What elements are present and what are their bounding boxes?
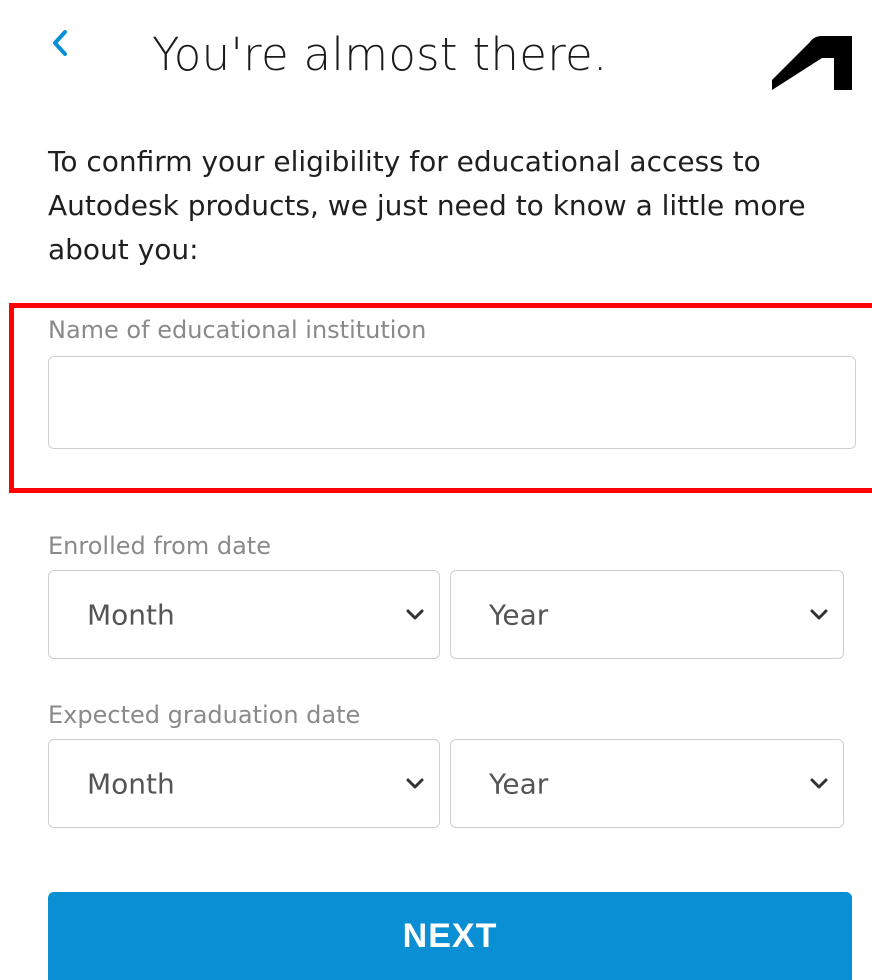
chevron-down-icon: [810, 609, 828, 619]
page-title: You're almost there.: [152, 28, 608, 81]
chevron-down-icon: [406, 609, 424, 619]
graduation-month-value: Month: [87, 767, 175, 800]
graduation-month-select[interactable]: Month: [48, 739, 440, 828]
enrolled-from-label: Enrolled from date: [48, 532, 271, 560]
enrolled-year-select[interactable]: Year: [450, 570, 844, 659]
enrolled-year-value: Year: [489, 598, 549, 631]
institution-label: Name of educational institution: [48, 316, 427, 344]
graduation-year-value: Year: [489, 767, 549, 800]
enrolled-month-select[interactable]: Month: [48, 570, 440, 659]
next-button[interactable]: NEXT: [48, 892, 852, 980]
institution-input[interactable]: [48, 356, 856, 449]
graduation-year-select[interactable]: Year: [450, 739, 844, 828]
chevron-down-icon: [406, 778, 424, 788]
autodesk-logo-icon: [772, 36, 852, 90]
enrolled-month-value: Month: [87, 598, 175, 631]
chevron-left-icon: [53, 30, 67, 56]
intro-text: To confirm your eligibility for educatio…: [48, 145, 806, 266]
chevron-down-icon: [810, 778, 828, 788]
graduation-label: Expected graduation date: [48, 701, 361, 729]
back-button[interactable]: [40, 26, 80, 60]
